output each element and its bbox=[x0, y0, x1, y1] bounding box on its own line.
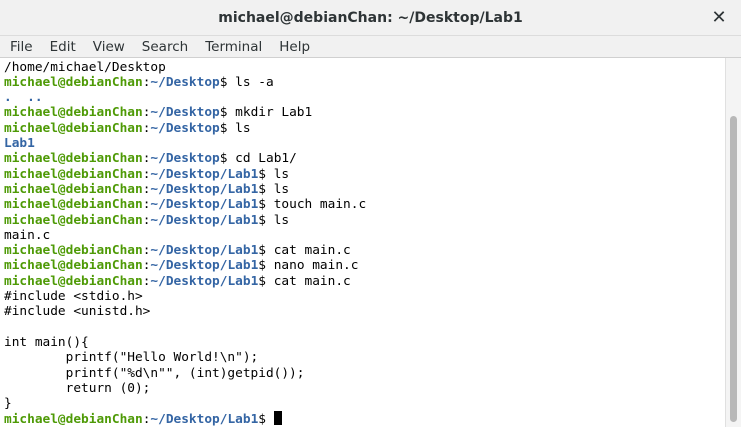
menu-bar: File Edit View Search Terminal Help bbox=[0, 36, 741, 58]
prompt-path: ~/Desktop/Lab1 bbox=[150, 181, 259, 197]
prompt-path: ~/Desktop bbox=[150, 120, 220, 136]
command-text: ls bbox=[266, 166, 290, 182]
menu-view[interactable]: View bbox=[86, 36, 132, 58]
prompt-line: michael@debianChan:~/Desktop/Lab1$ ls bbox=[4, 213, 289, 228]
prompt-line: michael@debianChan:~/Desktop/Lab1$ cat m… bbox=[4, 243, 351, 258]
prompt-dollar: $ bbox=[258, 181, 266, 197]
output-line: return (0); bbox=[4, 380, 151, 396]
prompt-user: michael@debianChan bbox=[4, 151, 143, 167]
command-text: nano main.c bbox=[266, 258, 359, 274]
prompt-line: michael@debianChan:~/Desktop/Lab1$ ls bbox=[4, 167, 289, 182]
menu-file[interactable]: File bbox=[3, 36, 40, 58]
prompt-user: michael@debianChan bbox=[4, 273, 143, 289]
command-text: cat main.c bbox=[266, 243, 351, 259]
scrollbar-thumb[interactable] bbox=[730, 116, 737, 422]
directory-listing: Lab1 bbox=[4, 136, 35, 151]
prompt-user: michael@debianChan bbox=[4, 74, 143, 90]
prompt-path: ~/Desktop/Lab1 bbox=[150, 166, 259, 182]
scrollbar[interactable] bbox=[725, 58, 741, 427]
command-text: cd Lab1/ bbox=[227, 151, 297, 167]
output-line: main.c bbox=[4, 227, 51, 243]
prompt-line: michael@debianChan:~/Desktop/Lab1$ cat m… bbox=[4, 274, 351, 289]
prompt-path: ~/Desktop/Lab1 bbox=[150, 273, 259, 289]
output-line: #include <stdio.h> bbox=[4, 289, 143, 304]
output-line: int main(){ bbox=[4, 334, 89, 350]
prompt-dollar: $ bbox=[258, 273, 266, 289]
menu-terminal[interactable]: Terminal bbox=[198, 36, 269, 58]
menu-search[interactable]: Search bbox=[135, 36, 195, 58]
output-line: } bbox=[4, 396, 12, 412]
prompt-user: michael@debianChan bbox=[4, 197, 143, 213]
prompt-dollar: $ bbox=[258, 197, 266, 213]
prompt-line: michael@debianChan:~/Desktop/Lab1$ nano … bbox=[4, 258, 358, 273]
prompt-path: ~/Desktop/Lab1 bbox=[150, 212, 259, 228]
title-bar[interactable]: michael@debianChan: ~/Desktop/Lab1 ✕ bbox=[0, 0, 741, 36]
prompt-path: ~/Desktop bbox=[150, 151, 220, 167]
prompt-line: michael@debianChan:~/Desktop$ mkdir Lab1 bbox=[4, 105, 312, 120]
prompt-path: ~/Desktop/Lab1 bbox=[150, 243, 259, 259]
prompt-user: michael@debianChan bbox=[4, 120, 143, 136]
terminal-output[interactable]: /home/michael/Desktop michael@debianChan:… bbox=[0, 58, 725, 427]
menu-help[interactable]: Help bbox=[272, 36, 317, 58]
prompt-path: ~/Desktop bbox=[150, 105, 220, 121]
command-text bbox=[266, 412, 274, 427]
output-line: #include <unistd.h> bbox=[4, 304, 151, 320]
command-text: touch main.c bbox=[266, 197, 367, 213]
directory-listing: . .. bbox=[4, 90, 43, 106]
prompt-line: michael@debianChan:~/Desktop/Lab1$ ls bbox=[4, 182, 289, 197]
prompt-dollar: $ bbox=[258, 212, 266, 228]
command-text: mkdir Lab1 bbox=[227, 105, 313, 121]
prompt-path: ~/Desktop/Lab1 bbox=[150, 197, 259, 213]
command-text: ls bbox=[266, 181, 290, 197]
output-line: printf("%d\n"", (int)getpid()); bbox=[4, 365, 305, 381]
prompt-user: michael@debianChan bbox=[4, 181, 143, 197]
command-text: cat main.c bbox=[266, 273, 351, 289]
prompt-path: ~/Desktop/Lab1 bbox=[150, 258, 259, 274]
prompt-user: michael@debianChan bbox=[4, 212, 143, 228]
prompt-user: michael@debianChan bbox=[4, 166, 143, 182]
prompt-dollar: $ bbox=[258, 258, 266, 274]
prompt-user: michael@debianChan bbox=[4, 243, 143, 259]
prompt-dollar: $ bbox=[258, 243, 266, 259]
command-text: ls -a bbox=[227, 74, 274, 90]
close-icon[interactable]: ✕ bbox=[707, 6, 731, 30]
prompt-line: michael@debianChan:~/Desktop$ cd Lab1/ bbox=[4, 151, 297, 166]
prompt-user: michael@debianChan bbox=[4, 105, 143, 121]
prompt-line: michael@debianChan:~/Desktop/Lab1$ touch… bbox=[4, 197, 366, 212]
menu-edit[interactable]: Edit bbox=[43, 36, 83, 58]
text-cursor bbox=[273, 411, 282, 426]
terminal-window: michael@debianChan: ~/Desktop/Lab1 ✕ Fil… bbox=[0, 0, 741, 427]
command-text: ls bbox=[266, 212, 290, 228]
prompt-line: michael@debianChan:~/Desktop$ ls bbox=[4, 121, 251, 136]
prompt-path: ~/Desktop/Lab1 bbox=[150, 412, 259, 427]
command-text: ls bbox=[227, 120, 251, 136]
prompt-user: michael@debianChan bbox=[4, 258, 143, 274]
prompt-dollar: $ bbox=[258, 166, 266, 182]
prompt-dollar: $ bbox=[258, 412, 266, 427]
window-title: michael@debianChan: ~/Desktop/Lab1 bbox=[218, 10, 523, 26]
prompt-user: michael@debianChan bbox=[4, 412, 143, 427]
prompt-line: michael@debianChan:~/Desktop$ ls -a bbox=[4, 75, 274, 90]
prompt-line: michael@debianChan:~/Desktop/Lab1$ bbox=[4, 411, 282, 427]
output-line: printf("Hello World!\n"); bbox=[4, 350, 259, 366]
prompt-path: ~/Desktop bbox=[150, 74, 220, 90]
output-line: /home/michael/Desktop bbox=[4, 59, 166, 75]
